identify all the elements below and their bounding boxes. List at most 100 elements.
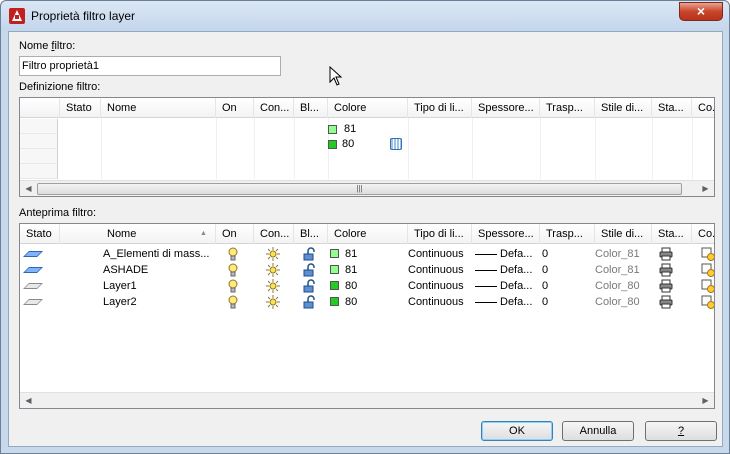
filter-name-input[interactable]: Filtro proprietà1 xyxy=(19,56,281,76)
title-bar[interactable]: Proprietà filtro layer × xyxy=(1,1,729,31)
transparency-value[interactable]: 0 xyxy=(542,246,548,262)
layer-name[interactable]: ASHADE xyxy=(103,262,148,278)
color-value[interactable]: 81 xyxy=(345,246,357,262)
printer-icon[interactable] xyxy=(659,295,673,309)
column-header-7[interactable]: Spessore... xyxy=(472,224,540,244)
plotstyle-value[interactable]: Color_81 xyxy=(595,262,640,278)
printer-icon[interactable] xyxy=(659,263,673,277)
preview-horizontal-scrollbar[interactable]: ◀ ▶ xyxy=(20,392,714,408)
column-header-5[interactable]: Colore xyxy=(328,224,408,244)
lightbulb-icon[interactable] xyxy=(226,263,240,277)
column-header-11[interactable]: Co... xyxy=(692,98,714,118)
column-header-6[interactable]: Tipo di li... xyxy=(408,98,472,118)
lineweight-value[interactable]: Defa... xyxy=(500,278,532,294)
transparency-value[interactable]: 0 xyxy=(542,294,548,310)
lightbulb-icon[interactable] xyxy=(226,279,240,293)
plotstyle-value[interactable]: Color_80 xyxy=(595,278,640,294)
column-header-3[interactable]: Con... xyxy=(254,98,294,118)
unlock-icon[interactable] xyxy=(302,295,316,309)
color-value[interactable]: 80 xyxy=(345,278,357,294)
sun-icon[interactable] xyxy=(266,263,280,277)
color-value[interactable]: 80 xyxy=(342,136,354,152)
filter-definition-grid[interactable]: Stato Nome On Con... Bl... Colore Tipo di li..… xyxy=(19,97,715,197)
row-header-cell[interactable] xyxy=(20,134,58,149)
scroll-left-icon[interactable]: ◀ xyxy=(20,181,37,196)
layer-name[interactable]: Layer1 xyxy=(103,278,137,294)
column-header-9[interactable]: Stile di... xyxy=(595,98,652,118)
filter-preview-grid[interactable]: Stato Nome On Con... Bl... Colore Tipo di li..… xyxy=(19,223,715,409)
sun-icon[interactable] xyxy=(266,247,280,261)
column-header-0[interactable]: Stato xyxy=(20,224,60,244)
layer-status-icon[interactable] xyxy=(23,283,43,289)
row-header-cell[interactable] xyxy=(20,149,58,164)
column-header-4[interactable]: Bl... xyxy=(294,98,328,118)
new-viewport-freeze-icon[interactable] xyxy=(701,295,714,309)
column-header-5[interactable]: Colore xyxy=(328,98,408,118)
color-value[interactable]: 80 xyxy=(345,294,357,310)
lineweight-value[interactable]: Defa... xyxy=(500,294,532,310)
sun-icon[interactable] xyxy=(266,295,280,309)
column-header-9[interactable]: Stile di... xyxy=(595,224,652,244)
layer-name[interactable]: A_Elementi di mass... xyxy=(103,246,209,262)
table-row[interactable]: ASHADE 81 Continuous Defa... 0 Color_81 xyxy=(20,262,714,278)
layer-status-icon[interactable] xyxy=(23,251,43,257)
linetype-value[interactable]: Continuous xyxy=(408,262,464,278)
color-picker-icon[interactable] xyxy=(390,138,402,150)
table-row[interactable]: Layer2 80 Continuous Defa... 0 Color_80 xyxy=(20,294,714,310)
scroll-thumb[interactable]: ||| xyxy=(37,183,682,195)
column-header-6[interactable]: Tipo di li... xyxy=(408,224,472,244)
new-viewport-freeze-icon[interactable] xyxy=(701,247,714,261)
layer-status-icon[interactable] xyxy=(23,299,43,305)
printer-icon[interactable] xyxy=(659,247,673,261)
layer-status-icon[interactable] xyxy=(23,267,43,273)
lightbulb-icon[interactable] xyxy=(226,247,240,261)
unlock-icon[interactable] xyxy=(302,247,316,261)
sun-icon[interactable] xyxy=(266,279,280,293)
column-header-2[interactable]: On xyxy=(216,224,254,244)
transparency-value[interactable]: 0 xyxy=(542,262,548,278)
scroll-right-icon[interactable]: ▶ xyxy=(697,393,714,408)
new-viewport-freeze-icon[interactable] xyxy=(701,279,714,293)
column-header-8[interactable]: Trasp... xyxy=(540,224,595,244)
column-header-10[interactable]: Sta... xyxy=(652,98,692,118)
plotstyle-value[interactable]: Color_81 xyxy=(595,246,640,262)
linetype-value[interactable]: Continuous xyxy=(408,294,464,310)
transparency-value[interactable]: 0 xyxy=(542,278,548,294)
color-value[interactable]: 81 xyxy=(344,121,356,137)
layer-name[interactable]: Layer2 xyxy=(103,294,137,310)
column-header-3[interactable]: Con... xyxy=(254,224,294,244)
column-header-1[interactable]: Nome xyxy=(101,98,216,118)
row-header-cell[interactable] xyxy=(20,164,58,179)
unlock-icon[interactable] xyxy=(302,279,316,293)
column-header-2[interactable]: On xyxy=(216,98,254,118)
new-viewport-freeze-icon[interactable] xyxy=(701,263,714,277)
column-divider xyxy=(692,118,693,179)
column-header-1[interactable]: Nome xyxy=(101,224,216,244)
unlock-icon[interactable] xyxy=(302,263,316,277)
printer-icon[interactable] xyxy=(659,279,673,293)
linetype-value[interactable]: Continuous xyxy=(408,246,464,262)
ok-button[interactable]: OK xyxy=(481,421,553,441)
color-value[interactable]: 81 xyxy=(345,262,357,278)
table-row[interactable]: A_Elementi di mass... 81 Continuous Defa...… xyxy=(20,246,714,262)
linetype-value[interactable]: Continuous xyxy=(408,278,464,294)
column-header-8[interactable]: Trasp... xyxy=(540,98,595,118)
table-row[interactable]: Layer1 80 Continuous Defa... 0 Color_80 xyxy=(20,278,714,294)
column-header-11[interactable]: Co... xyxy=(692,224,714,244)
row-header-cell[interactable] xyxy=(20,119,58,134)
scroll-left-icon[interactable]: ◀ xyxy=(20,393,37,408)
scroll-right-icon[interactable]: ▶ xyxy=(697,181,714,196)
definition-horizontal-scrollbar[interactable]: ◀ ||| ▶ xyxy=(20,180,714,196)
lightbulb-icon[interactable] xyxy=(226,295,240,309)
column-header-10[interactable]: Sta... xyxy=(652,224,692,244)
column-divider xyxy=(101,118,102,179)
plotstyle-value[interactable]: Color_80 xyxy=(595,294,640,310)
close-button[interactable]: × xyxy=(679,2,723,21)
column-header-0[interactable]: Stato xyxy=(60,98,101,118)
column-header-7[interactable]: Spessore... xyxy=(472,98,540,118)
help-button[interactable]: ? xyxy=(645,421,717,441)
lineweight-value[interactable]: Defa... xyxy=(500,246,532,262)
column-header-4[interactable]: Bl... xyxy=(294,224,328,244)
lineweight-value[interactable]: Defa... xyxy=(500,262,532,278)
cancel-button[interactable]: Annulla xyxy=(562,421,634,441)
